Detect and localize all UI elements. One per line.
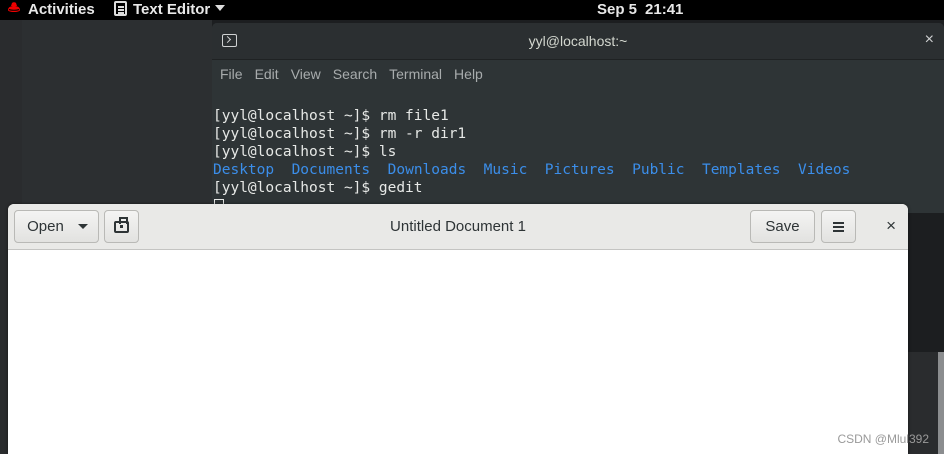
save-label: Save	[765, 218, 800, 235]
scrollbar[interactable]	[938, 352, 944, 454]
terminal-window: yyl@localhost:~ × File Edit View Search …	[212, 23, 944, 213]
terminal-line: [yyl@localhost ~]$ rm -r dir1	[213, 126, 467, 142]
text-editor-area[interactable]	[8, 250, 908, 454]
chevron-down-icon	[215, 5, 226, 11]
clock[interactable]: Sep 5 21:41	[597, 0, 683, 20]
terminal-output[interactable]: [yyl@localhost ~]$ rm file1 [yyl@localhos…	[212, 87, 944, 213]
clock-time: 21:41	[645, 1, 684, 18]
hamburger-menu-button[interactable]	[821, 210, 856, 243]
hamburger-icon	[833, 225, 844, 228]
watermark: CSDN @Mlul392	[837, 432, 929, 446]
dir-entry: Desktop	[213, 162, 275, 178]
save-button[interactable]: Save	[750, 210, 815, 243]
menu-file[interactable]: File	[220, 66, 243, 82]
app-menu[interactable]: Text Editor	[114, 0, 226, 20]
gedit-headerbar[interactable]: Open Untitled Document 1 Save ×	[8, 204, 908, 250]
redhat-logo-icon	[8, 2, 20, 12]
terminal-line: [yyl@localhost ~]$ ls	[213, 144, 397, 160]
activities-button[interactable]: Activities	[6, 0, 95, 20]
text-editor-icon	[114, 1, 127, 16]
menu-search[interactable]: Search	[333, 66, 377, 82]
clock-date: Sep 5	[597, 1, 638, 18]
dir-entry: Videos	[798, 162, 851, 178]
app-menu-label: Text Editor	[133, 1, 211, 18]
terminal-titlebar[interactable]: yyl@localhost:~ ×	[212, 23, 944, 60]
ls-output: Desktop Documents Downloads Music Pictur…	[213, 161, 944, 179]
terminal-line: [yyl@localhost ~]$ gedit	[213, 180, 423, 196]
terminal-close-button[interactable]: ×	[925, 31, 934, 49]
menu-terminal[interactable]: Terminal	[389, 66, 442, 82]
terminal-line: [yyl@localhost ~]$ rm file1	[213, 108, 449, 124]
dir-entry: Templates	[701, 162, 781, 178]
terminal-menubar: File Edit View Search Terminal Help	[212, 60, 944, 87]
dir-entry: Public	[632, 162, 685, 178]
dir-entry: Music	[483, 162, 528, 178]
dir-entry: Downloads	[387, 162, 467, 178]
menu-help[interactable]: Help	[454, 66, 483, 82]
top-bar: Activities Text Editor Sep 5 21:41	[0, 0, 944, 20]
menu-edit[interactable]: Edit	[255, 66, 279, 82]
gedit-window: Open Untitled Document 1 Save ×	[8, 204, 908, 454]
menu-view[interactable]: View	[291, 66, 321, 82]
activities-label: Activities	[28, 1, 95, 18]
dir-entry: Documents	[291, 162, 371, 178]
gedit-close-button[interactable]: ×	[886, 216, 896, 236]
terminal-title: yyl@localhost:~	[528, 33, 628, 49]
dir-entry: Pictures	[544, 162, 615, 178]
